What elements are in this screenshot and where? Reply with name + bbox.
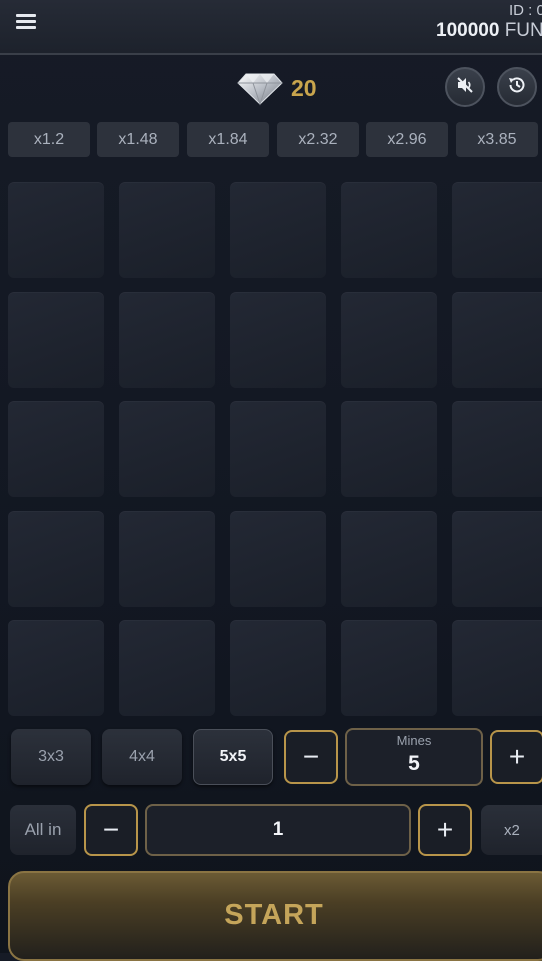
- grid-tile[interactable]: [119, 182, 215, 278]
- history-icon: [506, 74, 528, 101]
- grid-tile[interactable]: [341, 182, 437, 278]
- grid-tile[interactable]: [119, 291, 215, 388]
- balance-amount: 100000: [436, 20, 500, 41]
- multiplier-chip: x1.84: [187, 122, 269, 157]
- grid-tile[interactable]: [230, 510, 326, 607]
- bet-increase-button[interactable]: +: [418, 804, 472, 856]
- gems-count: 20: [291, 75, 317, 101]
- grid-size-4x4-button[interactable]: 4x4: [102, 729, 182, 785]
- bet-decrease-button[interactable]: −: [84, 804, 138, 856]
- grid-tile[interactable]: [230, 291, 326, 388]
- multiplier-chip: x1.48: [97, 122, 179, 157]
- sound-toggle-button[interactable]: [445, 67, 485, 107]
- grid-tile[interactable]: [452, 291, 542, 388]
- multiplier-chip: x2.32: [277, 122, 359, 157]
- grid-tile[interactable]: [230, 401, 326, 497]
- double-bet-button[interactable]: x2: [481, 805, 542, 855]
- grid-tile[interactable]: [341, 401, 437, 497]
- balance-currency: FUN: [504, 20, 542, 41]
- diamond-icon: [236, 70, 284, 106]
- grid-size-3x3-button[interactable]: 3x3: [11, 729, 91, 785]
- mines-value: 5: [408, 752, 420, 775]
- grid-tile[interactable]: [341, 291, 437, 388]
- grid-tile[interactable]: [119, 401, 215, 497]
- grid-tile[interactable]: [230, 182, 326, 278]
- grid-tile[interactable]: [452, 510, 542, 607]
- balance: 100000 FUN: [436, 20, 542, 42]
- mines-stepper: Mines 5: [345, 728, 483, 786]
- grid-tile[interactable]: [341, 620, 437, 716]
- player-id: ID : 0: [509, 2, 542, 19]
- multiplier-chip: x2.96: [366, 122, 448, 157]
- all-in-button[interactable]: All in: [10, 805, 76, 855]
- bet-amount-field[interactable]: 1: [145, 804, 411, 856]
- multiplier-chip: x1.2: [8, 122, 90, 157]
- grid-tile[interactable]: [452, 620, 542, 716]
- sound-off-icon: [455, 75, 475, 100]
- menu-icon[interactable]: [16, 14, 36, 30]
- mines-increase-button[interactable]: +: [490, 730, 542, 784]
- multiplier-chip: x3.85: [456, 122, 538, 157]
- grid-tile[interactable]: [8, 182, 104, 278]
- grid-tile[interactable]: [8, 401, 104, 497]
- grid-tile[interactable]: [341, 510, 437, 607]
- grid-tile[interactable]: [452, 182, 542, 278]
- grid-tile[interactable]: [8, 620, 104, 716]
- grid-size-5x5-button[interactable]: 5x5: [193, 729, 273, 785]
- grid-tile[interactable]: [452, 401, 542, 497]
- start-button[interactable]: START: [8, 871, 542, 961]
- mines-label: Mines: [396, 733, 432, 748]
- grid-tile[interactable]: [8, 510, 104, 607]
- grid-tile[interactable]: [230, 620, 326, 716]
- grid-tile[interactable]: [119, 620, 215, 716]
- mines-decrease-button[interactable]: −: [284, 730, 338, 784]
- history-button[interactable]: [497, 67, 537, 107]
- top-bar: ID : 0 100000 FUN: [0, 0, 542, 55]
- grid-tile[interactable]: [119, 510, 215, 607]
- grid-tile[interactable]: [8, 291, 104, 388]
